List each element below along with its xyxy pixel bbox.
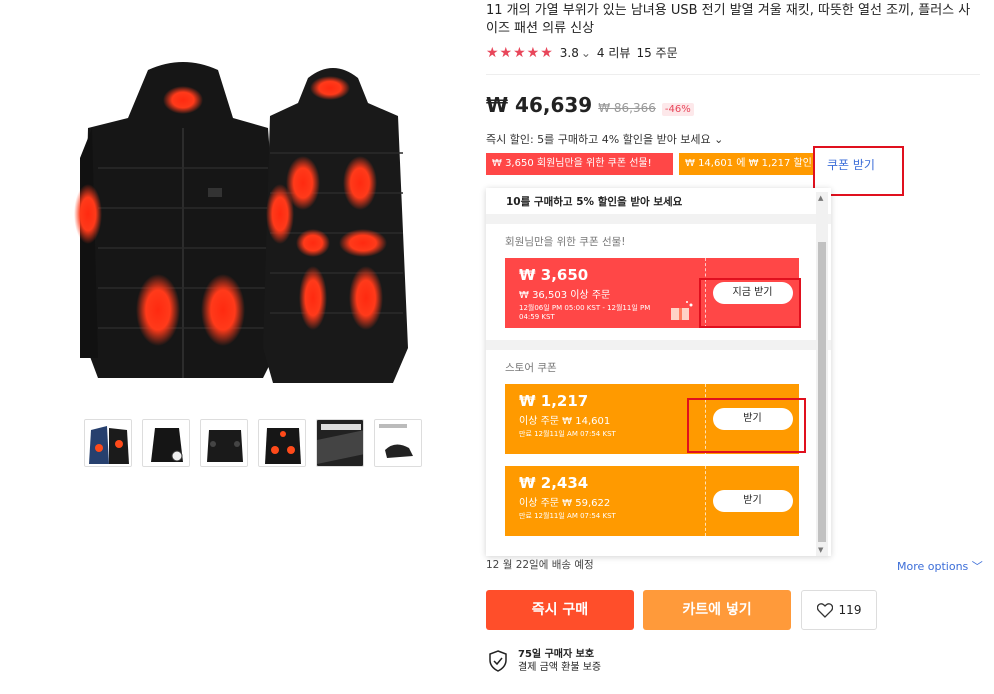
heart-icon bbox=[816, 602, 833, 618]
thumbnail-3[interactable] bbox=[200, 419, 248, 467]
coupon-dropdown-panel: 10를 구매하고 5% 할인을 받아 보세요 회원님만을 위한 쿠폰 선물! ₩… bbox=[486, 188, 831, 556]
coupon-validity: 12월06일 PM 05:00 KST - 12월11일 PM 04:59 KS… bbox=[519, 304, 651, 321]
price-row: ₩ 46,639 ₩ 86,366 -46% bbox=[486, 93, 694, 117]
order-count: 15 주문 bbox=[636, 46, 678, 60]
panel-scrollbar[interactable]: ▲ ▼ bbox=[816, 192, 828, 556]
coupon-amount: ₩ 1,217 bbox=[519, 392, 589, 410]
section-gap bbox=[486, 340, 831, 350]
thumbnail-1[interactable] bbox=[84, 419, 132, 467]
rating-value[interactable]: 3.8 bbox=[560, 46, 579, 60]
buyer-protection: 75일 구매자 보호 결제 금액 환불 보증 bbox=[488, 648, 601, 674]
wishlist-count: 119 bbox=[838, 603, 862, 617]
claim-button[interactable]: 받기 bbox=[712, 490, 793, 512]
gift-icon bbox=[671, 301, 693, 320]
bulk-discount-text: 10를 구매하고 5% 할인을 받아 보세요 bbox=[506, 196, 683, 208]
coupon-validity: 만료 12월11일 AM 07:54 KST bbox=[519, 430, 616, 438]
coupon-amount: ₩ 2,434 bbox=[519, 474, 589, 492]
scroll-up-icon[interactable]: ▲ bbox=[818, 194, 823, 202]
coupon-condition: ₩ 36,503 이상 주문 bbox=[519, 290, 611, 301]
coupon-ticket-3: ₩ 2,434 이상 주문 ₩ 59,622 만료 12월11일 AM 07:5… bbox=[505, 466, 799, 536]
protection-subtitle: 결제 금액 환불 보증 bbox=[518, 662, 602, 673]
instant-discount[interactable]: 즉시 할인: 5를 구매하고 4% 할인을 받아 보세요 ⌄ bbox=[486, 131, 723, 147]
coupon-condition: 이상 주문 ₩ 59,622 bbox=[519, 498, 611, 509]
add-to-cart-button[interactable]: 카트에 넣기 bbox=[643, 590, 791, 630]
buy-now-button[interactable]: 즉시 구매 bbox=[486, 590, 634, 630]
current-price: ₩ 46,639 bbox=[486, 93, 593, 117]
coupon-validity: 만료 12월11일 AM 07:54 KST bbox=[519, 512, 616, 520]
thumbnail-6[interactable] bbox=[374, 419, 422, 467]
divider bbox=[486, 74, 980, 75]
protection-title: 75일 구매자 보호 bbox=[518, 649, 595, 660]
rating-chevron-icon[interactable]: ⌄ bbox=[581, 46, 591, 60]
scroll-thumb[interactable] bbox=[818, 242, 826, 542]
shield-check-icon bbox=[489, 650, 507, 672]
store-section-title: 스토어 쿠폰 bbox=[505, 362, 557, 374]
section-gap bbox=[486, 214, 831, 224]
original-price: ₩ 86,366 bbox=[598, 101, 656, 115]
annotation-box-claim-now bbox=[699, 278, 801, 328]
scroll-down-icon[interactable]: ▼ bbox=[818, 546, 823, 554]
review-count[interactable]: 4 리뷰 bbox=[597, 44, 631, 61]
delivery-date: 12 월 22일에 배송 예정 bbox=[486, 559, 594, 571]
thumbnail-strip bbox=[84, 419, 422, 467]
rating-row: ★★★★★ 3.8 ⌄ 4 리뷰 15 주문 bbox=[486, 44, 678, 61]
rating-stars: ★★★★★ bbox=[486, 44, 554, 61]
thumbnail-4[interactable] bbox=[258, 419, 306, 467]
main-product-image bbox=[58, 58, 458, 398]
thumbnail-2[interactable] bbox=[142, 419, 190, 467]
annotation-box-claim bbox=[687, 398, 806, 453]
thumbnail-5[interactable] bbox=[316, 419, 364, 467]
coupon-condition: 이상 주문 ₩ 14,601 bbox=[519, 416, 611, 427]
coupon-amount: ₩ 3,650 bbox=[519, 266, 589, 284]
member-coupon-chip[interactable]: ₩ 3,650 회원님만을 위한 쿠폰 선물! bbox=[486, 153, 673, 175]
store-coupon-chip[interactable]: ₩ 14,601 에 ₩ 1,217 할인 bbox=[679, 153, 815, 175]
discount-badge: -46% bbox=[661, 103, 694, 116]
product-title: 11 개의 가열 부위가 있는 남녀용 USB 전기 발열 겨울 재킷, 따뜻한… bbox=[486, 3, 971, 36]
member-section-title: 회원님만을 위한 쿠폰 선물! bbox=[505, 236, 626, 248]
wishlist-button[interactable]: 119 bbox=[801, 590, 877, 630]
more-options-link[interactable]: More options ﹀ bbox=[897, 558, 983, 574]
